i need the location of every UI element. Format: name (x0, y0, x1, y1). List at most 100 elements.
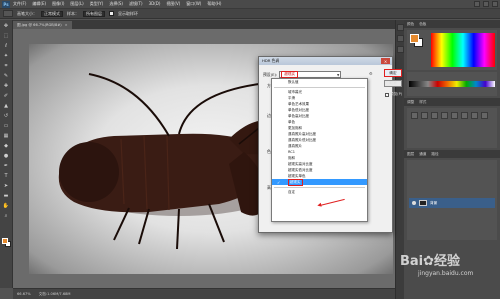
visibility-eye-icon[interactable] (412, 201, 416, 205)
layer-thumbnail (419, 200, 427, 206)
tab-layers[interactable]: 图层 (407, 152, 414, 157)
show-ring-checkbox[interactable] (109, 11, 114, 16)
sample-label: 样本： (67, 10, 79, 16)
info-icon[interactable] (396, 46, 404, 53)
tab-styles[interactable]: 样式 (419, 100, 426, 105)
tab-adjustments[interactable]: 调整 (407, 100, 414, 105)
black-white-icon[interactable] (481, 112, 488, 119)
menu-item[interactable]: 选择(S) (109, 1, 123, 7)
adjustments-panel-tabs: 调整 样式 (404, 98, 500, 106)
color-panel-tabs: 颜色 色板 (404, 20, 500, 28)
close-tab-icon[interactable]: × (65, 23, 68, 27)
dropdown-item-label: 超现实高对比度 (288, 161, 313, 166)
history-icon[interactable] (396, 24, 404, 31)
gradient-tool-icon[interactable]: ▦ (2, 132, 11, 140)
lasso-tool-icon[interactable]: ℓ (2, 42, 11, 50)
preset-select[interactable]: 超现实 ▼ (279, 71, 342, 78)
type-tool-icon[interactable]: T (2, 172, 11, 180)
layers-panel: 背景 (407, 160, 497, 240)
dropdown-item-label: 单色低对比度 (288, 107, 309, 112)
document-tab[interactable]: 图.jpg @ 66.7%(RGB/8#) × (13, 21, 72, 29)
color-balance-icon[interactable] (471, 112, 478, 119)
dropdown-item-label: 逼真照片低对比度 (288, 137, 316, 142)
dropdown-item[interactable]: 自定 (272, 189, 367, 195)
crop-tool-icon[interactable]: ⌗ (2, 62, 11, 70)
ok-button[interactable]: 确定 (384, 69, 402, 77)
sample-select[interactable]: 所有图层 (83, 10, 105, 17)
chevron-down-icon: ▼ (336, 72, 340, 77)
tab-color[interactable]: 颜色 (407, 22, 414, 27)
healing-tool-icon[interactable]: ✚ (2, 82, 11, 90)
move-tool-icon[interactable]: ✥ (2, 22, 11, 30)
magic-wand-tool-icon[interactable]: ✦ (2, 52, 11, 60)
tools-panel: ✥ ⬚ ℓ ✦ ⌗ ✎ ✚ ✐ ▲ ↺ ▭ ▦ ◆ ● ✒ T ➤ ▬ ✋ ⌕ (0, 20, 13, 288)
watermark-url: jingyan.baidu.com (418, 270, 474, 277)
hand-tool-icon[interactable]: ✋ (2, 202, 11, 210)
exposure-icon[interactable] (441, 112, 448, 119)
dropdown-item-label: RC1 (288, 150, 295, 154)
layers-panel-tabs: 图层 通道 路径 (404, 150, 500, 158)
menu-item[interactable]: 文件(F) (13, 1, 26, 7)
menu-item[interactable]: 窗口(W) (186, 1, 201, 7)
dropdown-item-label: 单色艺术效果 (288, 101, 309, 106)
dropdown-item-label: 更加饱和 (288, 125, 302, 130)
hue-saturation-icon[interactable] (461, 112, 468, 119)
dialog-close-icon[interactable]: × (381, 58, 390, 64)
menu-item[interactable]: 图像(I) (52, 1, 64, 7)
menu-item[interactable]: 类型(Y) (90, 1, 104, 7)
dropdown-item-label: 逼真照片 (288, 143, 302, 148)
curves-icon[interactable] (431, 112, 438, 119)
dropdown-item-label: 超现实低对比度 (288, 167, 313, 172)
tool-preset-picker[interactable] (3, 10, 13, 17)
document-tabbar: 图.jpg @ 66.7%(RGB/8#) × (13, 20, 395, 29)
tab-paths[interactable]: 路径 (431, 152, 438, 157)
dodge-tool-icon[interactable]: ● (2, 152, 11, 160)
dropdown-item-label: 默认值 (288, 79, 299, 84)
layer-row[interactable]: 背景 (409, 198, 495, 208)
checkmark-icon: ✓ (277, 179, 281, 185)
dropdown-item-label: 平滑 (288, 95, 295, 100)
menu-item[interactable]: 图层(L) (70, 1, 83, 7)
path-select-tool-icon[interactable]: ➤ (2, 182, 11, 190)
watermark-brand-2: 经验 (434, 254, 461, 269)
minimize-icon[interactable] (474, 1, 480, 7)
panel-foreground-color[interactable] (410, 34, 419, 43)
menu-items: 文件(F) 编辑(E) 图像(I) 图层(L) 类型(Y) 选择(S) 滤镜(T) 3D(D)… (13, 1, 227, 7)
history-brush-tool-icon[interactable]: ↺ (2, 112, 11, 120)
eraser-tool-icon[interactable]: ▭ (2, 122, 11, 130)
shape-tool-icon[interactable]: ▬ (2, 192, 11, 200)
marquee-tool-icon[interactable]: ⬚ (2, 32, 11, 40)
levels-icon[interactable] (421, 112, 428, 119)
zoom-tool-icon[interactable]: ⌕ (2, 212, 11, 220)
color-spectrum[interactable] (431, 33, 495, 67)
tab-channels[interactable]: 通道 (419, 152, 426, 157)
show-ring-label: 显示取样环 (118, 10, 138, 16)
menu-item[interactable]: 滤镜(T) (129, 1, 143, 7)
dropdown-item-label: 城市暮光 (288, 89, 302, 94)
menu-item[interactable]: 帮助(H) (207, 1, 221, 7)
mode-select[interactable]: 正常模式 (41, 10, 63, 17)
watermark-paw-icon: ✿ (423, 254, 435, 269)
menu-item[interactable]: 3D(D) (149, 1, 161, 7)
tab-swatches[interactable]: 色板 (419, 22, 426, 27)
blur-tool-icon[interactable]: ◆ (2, 142, 11, 150)
menu-item[interactable]: 编辑(E) (32, 1, 46, 7)
cancel-button[interactable]: 取消 (384, 80, 402, 87)
menu-item[interactable]: 视图(V) (166, 1, 180, 7)
color-panel (407, 30, 497, 70)
pen-tool-icon[interactable]: ✒ (2, 162, 11, 170)
brightness-icon[interactable] (411, 112, 418, 119)
eyedropper-tool-icon[interactable]: ✎ (2, 72, 11, 80)
zoom-level[interactable]: 66.67% (17, 292, 31, 296)
preset-row: 预设(E): 超现实 ▼ (263, 71, 342, 78)
foreground-color-swatch[interactable] (2, 238, 8, 244)
close-icon[interactable] (492, 1, 498, 7)
brush-tool-icon[interactable]: ✐ (2, 92, 11, 100)
stamp-tool-icon[interactable]: ▲ (2, 102, 11, 110)
preset-value: 超现实 (281, 71, 299, 78)
maximize-icon[interactable] (483, 1, 489, 7)
properties-icon[interactable] (396, 35, 404, 42)
swatch-bar[interactable] (409, 81, 495, 87)
preset-options-gear-icon[interactable]: ⚙ (369, 71, 373, 76)
vibrance-icon[interactable] (451, 112, 458, 119)
